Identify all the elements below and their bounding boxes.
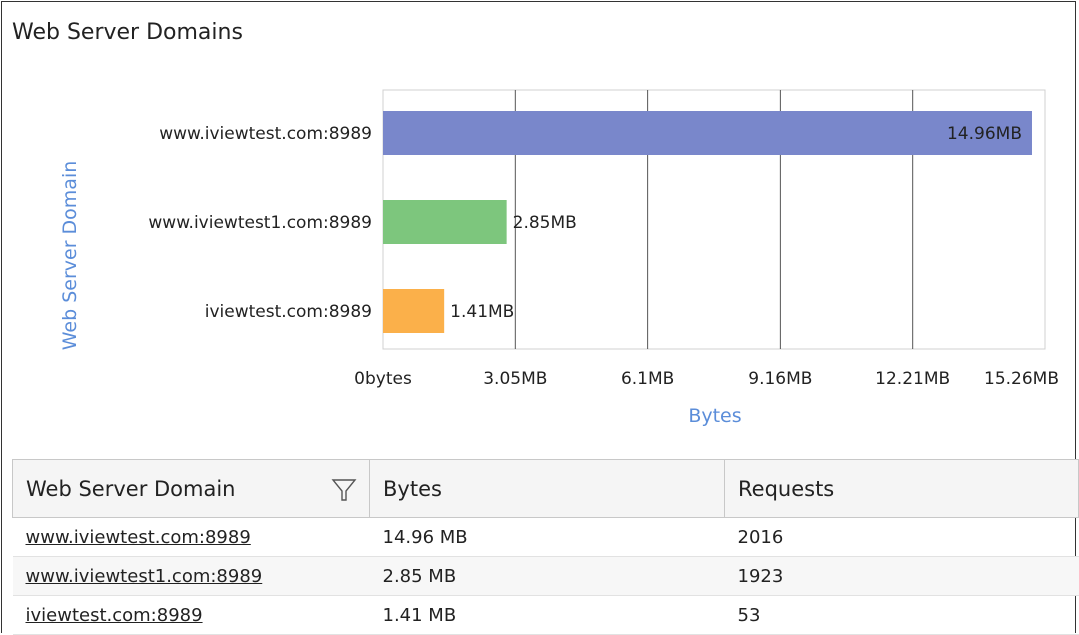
bytes-cell: 1.41 MB	[369, 595, 725, 635]
data-label: 14.96MB	[947, 124, 1022, 144]
domain-link[interactable]: www.iviewtest1.com:8989	[26, 566, 263, 587]
column-header-label: Web Server Domain	[26, 476, 236, 501]
domains-table: Web Server Domain Bytes Requests www.ivi…	[12, 459, 1079, 635]
requests-cell: 2016	[724, 517, 1079, 557]
x-tick-label: 15.26MB	[984, 369, 1059, 389]
x-tick-label: 3.05MB	[483, 369, 547, 389]
table-header-row: Web Server Domain Bytes Requests	[12, 459, 1079, 518]
column-header-label: Bytes	[383, 476, 442, 501]
x-tick-label: 0bytes	[354, 369, 412, 389]
bar	[383, 289, 445, 333]
data-label: 2.85MB	[513, 213, 577, 233]
column-header-label: Requests	[738, 476, 835, 501]
bar	[383, 111, 1032, 155]
filter-icon[interactable]	[331, 477, 357, 503]
bytes-cell: 2.85 MB	[369, 556, 725, 596]
chart-bars	[383, 111, 1032, 333]
bar	[383, 200, 507, 244]
domain-cell: www.iviewtest.com:8989	[12, 517, 370, 557]
y-category-label: iviewtest.com:8989	[205, 302, 372, 322]
table-row: www.iviewtest.com:8989 14.96 MB 2016	[12, 517, 1079, 557]
domain-cell: www.iviewtest1.com:8989	[12, 556, 370, 596]
column-header-bytes[interactable]: Bytes	[369, 459, 725, 518]
y-category-label: www.iviewtest1.com:8989	[148, 213, 372, 233]
domain-link[interactable]: iviewtest.com:8989	[26, 605, 203, 626]
bar-chart: 0bytes 3.05MB 6.1MB 9.16MB 12.21MB 15.26MB www…	[59, 89, 1059, 427]
web-server-domains-panel: Web Server Domains 0bytes 3.05MB 6.1MB 9.16…	[1, 1, 1079, 635]
bytes-cell: 14.96 MB	[369, 517, 725, 557]
column-header-requests[interactable]: Requests	[724, 459, 1079, 518]
x-axis-title: Bytes	[688, 405, 741, 427]
domain-link[interactable]: www.iviewtest.com:8989	[26, 527, 251, 548]
x-tick-label: 12.21MB	[875, 369, 950, 389]
requests-cell: 1923	[724, 556, 1079, 596]
domain-cell: iviewtest.com:8989	[12, 595, 370, 635]
y-axis-title: Web Server Domain	[59, 161, 81, 351]
table-row: www.iviewtest1.com:8989 2.85 MB 1923	[12, 556, 1079, 596]
y-category-label: www.iviewtest.com:8989	[159, 124, 372, 144]
column-header-domain[interactable]: Web Server Domain	[12, 459, 370, 518]
requests-cell: 53	[724, 595, 1079, 635]
data-label: 1.41MB	[450, 302, 514, 322]
table-row: iviewtest.com:8989 1.41 MB 53	[12, 595, 1079, 635]
x-tick-label: 6.1MB	[621, 369, 674, 389]
x-tick-label: 9.16MB	[748, 369, 812, 389]
